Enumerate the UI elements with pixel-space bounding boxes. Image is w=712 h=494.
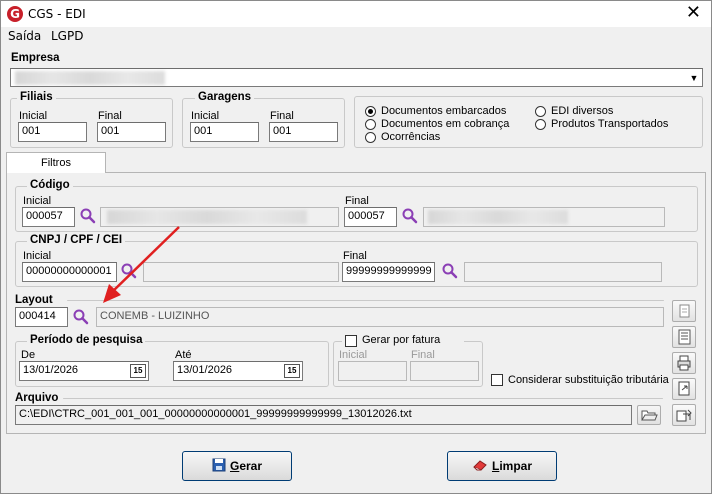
chevron-down-icon[interactable]: ▼ bbox=[687, 70, 701, 86]
limpar-label: impar bbox=[499, 459, 533, 473]
filiais-final-input[interactable]: 001 bbox=[97, 122, 166, 142]
arquivo-label: Arquivo bbox=[15, 392, 59, 404]
radio-produtos-transportados[interactable] bbox=[535, 119, 546, 130]
app-logo-icon: G bbox=[7, 6, 23, 22]
periodo-de-input[interactable]: 13/01/2026 15 bbox=[19, 361, 149, 381]
empresa-label: Empresa bbox=[11, 52, 60, 64]
menu-saida[interactable]: Saída bbox=[8, 29, 41, 43]
codigo-final-description bbox=[423, 207, 665, 227]
periodo-label: Período de pesquisa bbox=[27, 334, 146, 346]
printer-icon bbox=[677, 355, 691, 371]
filiais-inicial-label: Inicial bbox=[19, 110, 48, 122]
radio-label-ocorrencias: Ocorrências bbox=[381, 131, 441, 143]
substituicao-checkbox[interactable] bbox=[491, 374, 503, 386]
periodo-ate-input[interactable]: 13/01/2026 15 bbox=[173, 361, 303, 381]
codigo-final-input[interactable]: 000057 bbox=[344, 207, 397, 227]
menu-lgpd[interactable]: LGPD bbox=[51, 29, 83, 43]
menu-bar: Saída LGPD bbox=[1, 28, 711, 46]
eraser-icon bbox=[473, 460, 487, 471]
annotation-arrow-icon bbox=[103, 226, 180, 303]
periodo-de-label: De bbox=[21, 349, 36, 361]
radio-label-embarcados: Documentos embarcados bbox=[381, 105, 507, 117]
fatura-label: Gerar por fatura bbox=[362, 334, 441, 346]
empresa-select[interactable]: ▼ bbox=[10, 68, 703, 87]
layout-label: Layout bbox=[15, 294, 53, 306]
codigo-final-redacted bbox=[428, 210, 568, 224]
search-icon[interactable] bbox=[401, 207, 419, 225]
arquivo-divider bbox=[63, 398, 663, 399]
garagens-inicial-label: Inicial bbox=[191, 110, 220, 122]
window-title: CGS - EDI bbox=[28, 7, 86, 21]
documents-icon-button[interactable] bbox=[672, 326, 696, 348]
fatura-inicial-input bbox=[338, 361, 407, 381]
gerar-label: erar bbox=[239, 459, 263, 473]
export-icon bbox=[678, 381, 690, 396]
garagens-final-label: Final bbox=[270, 110, 294, 122]
periodo-ate-label: Até bbox=[175, 349, 192, 361]
garagens-inicial-input[interactable]: 001 bbox=[190, 122, 259, 142]
gerar-button[interactable]: Gerar bbox=[182, 451, 292, 481]
substituicao-label: Considerar substituição tributária bbox=[508, 374, 669, 386]
title-bar: G CGS - EDI ✕ bbox=[1, 1, 711, 27]
printer-icon-button[interactable] bbox=[672, 352, 696, 374]
garagens-label: Garagens bbox=[195, 91, 255, 103]
fatura-final-input bbox=[410, 361, 479, 381]
calendar-icon[interactable]: 15 bbox=[284, 364, 300, 378]
radio-label-produtos: Produtos Transportados bbox=[551, 118, 669, 130]
cnpj-inicial-label: Inicial bbox=[23, 250, 52, 262]
filiais-inicial-input[interactable]: 001 bbox=[18, 122, 87, 142]
periodo-de-value: 13/01/2026 bbox=[23, 364, 79, 376]
codigo-inicial-label: Inicial bbox=[23, 195, 52, 207]
radio-label-edi-diversos: EDI diversos bbox=[551, 105, 614, 117]
filiais-label: Filiais bbox=[17, 91, 56, 103]
cnpj-final-description bbox=[464, 262, 662, 282]
codigo-label: Código bbox=[27, 179, 73, 191]
limpar-button[interactable]: Limpar bbox=[447, 451, 557, 481]
fatura-checkbox[interactable] bbox=[345, 335, 357, 347]
open-folder-button[interactable] bbox=[637, 405, 661, 425]
send-icon bbox=[676, 409, 692, 422]
cnpj-final-label: Final bbox=[343, 250, 367, 262]
garagens-final-input[interactable]: 001 bbox=[269, 122, 338, 142]
save-icon bbox=[212, 458, 226, 472]
empresa-redacted-value bbox=[15, 71, 165, 85]
layout-code-input[interactable]: 000414 bbox=[15, 307, 68, 327]
radio-ocorrencias[interactable] bbox=[365, 132, 376, 143]
periodo-ate-value: 13/01/2026 bbox=[177, 364, 233, 376]
arquivo-path-input[interactable]: C:\EDI\CTRC_001_001_001_00000000000001_9… bbox=[15, 405, 632, 425]
export-icon-button[interactable] bbox=[672, 378, 696, 400]
send-icon-button[interactable] bbox=[672, 404, 696, 426]
radio-documentos-cobranca[interactable] bbox=[365, 119, 376, 130]
codigo-final-label: Final bbox=[345, 195, 369, 207]
gerar-accel: G bbox=[229, 459, 240, 473]
filiais-final-label: Final bbox=[98, 110, 122, 122]
calendar-icon[interactable]: 15 bbox=[130, 364, 146, 378]
codigo-inicial-input[interactable]: 000057 bbox=[22, 207, 75, 227]
fatura-final-label: Final bbox=[411, 349, 435, 361]
folder-open-icon bbox=[641, 410, 658, 421]
document-icon-button[interactable] bbox=[672, 300, 696, 322]
search-icon[interactable] bbox=[441, 262, 459, 280]
documents-icon bbox=[678, 329, 691, 345]
tab-filtros[interactable]: Filtros bbox=[6, 152, 106, 173]
document-icon bbox=[679, 304, 690, 318]
fatura-inicial-label: Inicial bbox=[339, 349, 368, 361]
close-icon[interactable]: ✕ bbox=[686, 3, 701, 23]
radio-documentos-embarcados[interactable] bbox=[365, 106, 376, 117]
radio-label-cobranca: Documentos em cobrança bbox=[381, 118, 510, 130]
radio-edi-diversos[interactable] bbox=[535, 106, 546, 117]
search-icon[interactable] bbox=[72, 308, 90, 326]
cnpj-final-input[interactable]: 99999999999999 bbox=[342, 262, 435, 282]
edi-window: G CGS - EDI ✕ Saída LGPD Empresa ▼ Filia… bbox=[0, 0, 712, 494]
